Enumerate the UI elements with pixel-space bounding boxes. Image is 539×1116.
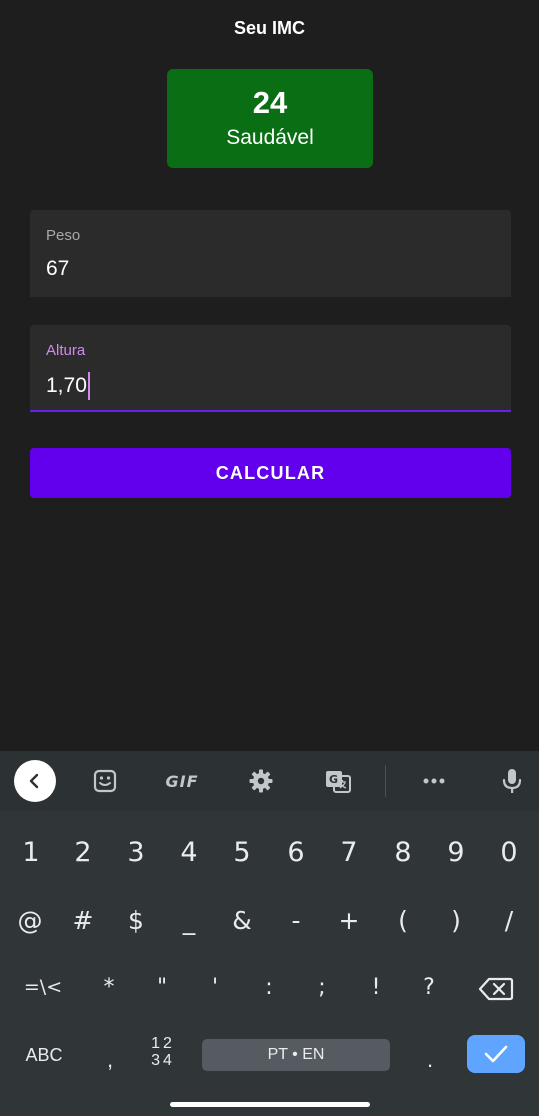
sticker-button[interactable]: [85, 763, 125, 799]
key-2[interactable]: 2: [58, 827, 108, 877]
backspace-key[interactable]: [473, 970, 519, 1008]
key-semicolon[interactable]: ;: [297, 962, 347, 1012]
backspace-icon: [478, 977, 514, 1001]
bmi-category: Saudável: [226, 125, 314, 149]
key-0[interactable]: 0: [484, 827, 534, 877]
key-colon[interactable]: :: [244, 962, 294, 1012]
abc-key[interactable]: ABC: [16, 1037, 72, 1073]
key-1[interactable]: 1: [6, 827, 56, 877]
key-9[interactable]: 9: [431, 827, 481, 877]
bmi-result-card: 24 Saudável: [167, 69, 373, 168]
key-hash[interactable]: #: [58, 895, 108, 945]
digits-key[interactable]: 12 34: [146, 1035, 180, 1075]
key-paren-close[interactable]: ): [431, 895, 481, 945]
bmi-value: 24: [252, 84, 288, 120]
key-8[interactable]: 8: [378, 827, 428, 877]
sticker-icon: [93, 769, 117, 793]
peso-value: 67: [46, 257, 70, 280]
key-dollar[interactable]: $: [111, 895, 161, 945]
key-question[interactable]: ?: [404, 962, 454, 1012]
altura-field[interactable]: Altura 1,70: [30, 325, 511, 412]
gear-icon: [249, 769, 273, 793]
calculate-button[interactable]: CALCULAR: [30, 448, 511, 498]
key-ampersand[interactable]: &: [217, 895, 267, 945]
space-key[interactable]: PT • EN: [202, 1039, 390, 1071]
chevron-left-icon: [29, 773, 39, 789]
key-minus[interactable]: -: [271, 895, 321, 945]
altura-label: Altura: [46, 342, 86, 359]
key-slash[interactable]: /: [484, 895, 534, 945]
key-asterisk[interactable]: *: [84, 962, 134, 1012]
key-exclamation[interactable]: !: [351, 962, 401, 1012]
page-title: Seu IMC: [233, 18, 305, 38]
key-double-quote[interactable]: ": [137, 962, 187, 1012]
more-horizontal-icon: [423, 778, 445, 784]
peso-input[interactable]: 67: [46, 257, 69, 281]
digits-key-top: 12: [151, 1035, 175, 1052]
enter-key[interactable]: [467, 1035, 525, 1073]
svg-text:G: G: [329, 773, 338, 786]
key-6[interactable]: 6: [271, 827, 321, 877]
keyboard-back-button[interactable]: [14, 760, 56, 802]
key-plus[interactable]: +: [324, 895, 374, 945]
key-7[interactable]: 7: [324, 827, 374, 877]
key-at[interactable]: @: [5, 895, 55, 945]
voice-input-button[interactable]: [492, 763, 532, 799]
home-indicator: [170, 1102, 370, 1107]
peso-field[interactable]: Peso 67: [30, 210, 511, 297]
microphone-icon: [502, 769, 522, 793]
altura-value: 1,70: [46, 374, 87, 397]
gif-label: GIF: [165, 771, 199, 791]
altura-input[interactable]: 1,70: [46, 372, 90, 400]
key-paren-open[interactable]: (: [378, 895, 428, 945]
more-button[interactable]: [414, 763, 454, 799]
translate-button[interactable]: G: [318, 763, 358, 799]
key-5[interactable]: 5: [217, 827, 267, 877]
keyboard-toolbar: GIF G: [0, 751, 539, 811]
settings-button[interactable]: [241, 763, 281, 799]
digits-key-bottom: 34: [151, 1052, 175, 1069]
key-more-symbols[interactable]: =\<: [14, 962, 72, 1012]
peso-label: Peso: [46, 227, 81, 244]
checkmark-icon: [484, 1045, 508, 1063]
key-underscore[interactable]: _: [164, 895, 214, 945]
gif-button[interactable]: GIF: [158, 763, 206, 799]
key-4[interactable]: 4: [164, 827, 214, 877]
keyboard-divider: [385, 765, 386, 797]
comma-key[interactable]: ,: [95, 1040, 125, 1080]
key-single-quote[interactable]: ': [190, 962, 240, 1012]
translate-icon: G: [326, 771, 351, 793]
text-caret: [87, 372, 90, 400]
key-3[interactable]: 3: [111, 827, 161, 877]
period-key[interactable]: .: [415, 1040, 445, 1080]
